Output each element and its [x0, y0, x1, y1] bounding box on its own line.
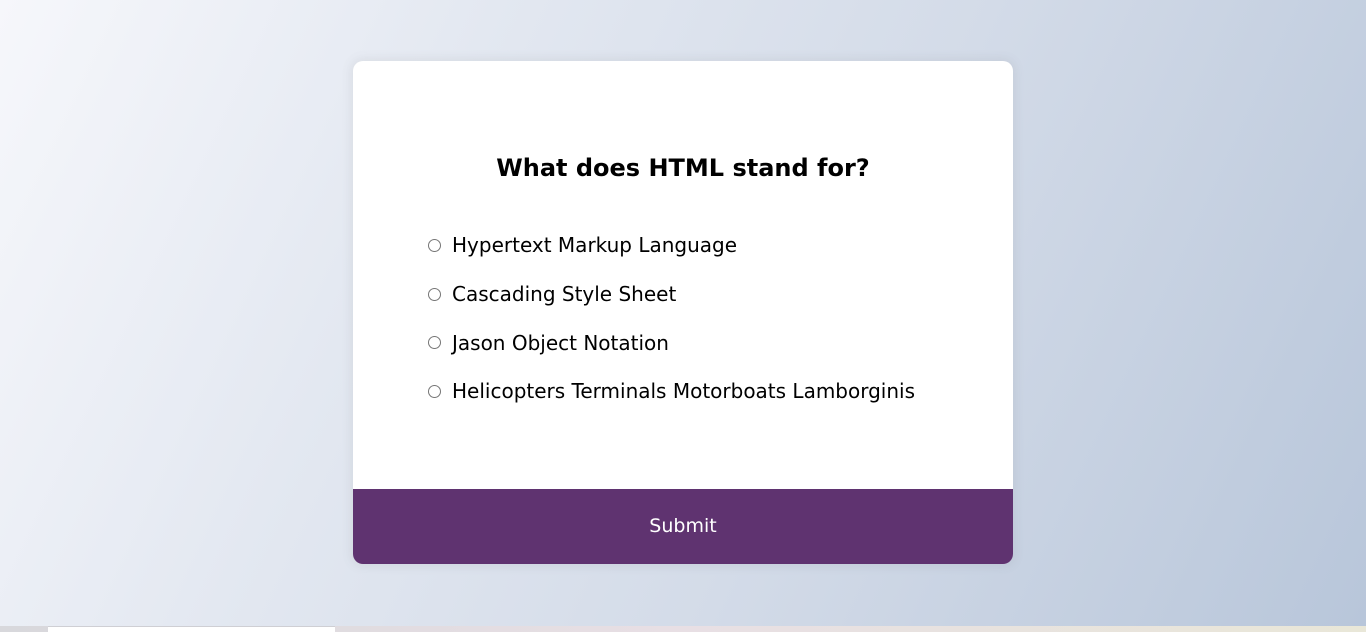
answer-option-c[interactable]: Jason Object Notation — [428, 318, 915, 367]
quiz-card: What does HTML stand for? Hypertext Mark… — [353, 61, 1013, 564]
radio-button-d[interactable] — [428, 384, 441, 398]
answer-label-c[interactable]: Jason Object Notation — [452, 331, 669, 355]
taskbar-tab[interactable] — [48, 626, 335, 632]
answer-option-d[interactable]: Helicopters Terminals Motorboats Lamborg… — [428, 367, 915, 416]
radio-button-b[interactable] — [428, 287, 441, 301]
answer-option-a[interactable]: Hypertext Markup Language — [428, 221, 915, 270]
answer-label-a[interactable]: Hypertext Markup Language — [452, 233, 737, 257]
answer-label-d[interactable]: Helicopters Terminals Motorboats Lamborg… — [452, 379, 915, 403]
answer-label-b[interactable]: Cascading Style Sheet — [452, 282, 676, 306]
submit-button[interactable]: Submit — [353, 489, 1013, 564]
quiz-body: What does HTML stand for? Hypertext Mark… — [353, 61, 1013, 489]
answer-option-b[interactable]: Cascading Style Sheet — [428, 270, 915, 319]
radio-button-a[interactable] — [428, 238, 441, 252]
answer-list: Hypertext Markup Language Cascading Styl… — [428, 221, 915, 416]
question-title: What does HTML stand for? — [496, 154, 870, 182]
radio-button-c[interactable] — [428, 336, 441, 350]
